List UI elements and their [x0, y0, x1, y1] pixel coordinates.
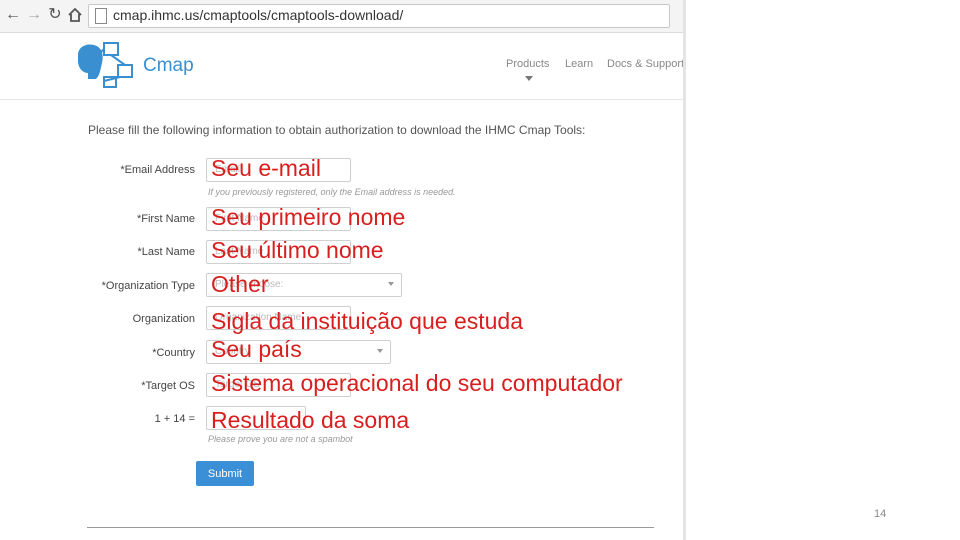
- annotation-captcha: Resultado da soma: [211, 407, 410, 433]
- first-name-label: *First Name: [136, 213, 195, 225]
- annotation-email: Seu e-mail: [211, 155, 321, 181]
- reload-icon[interactable]: ↻: [46, 6, 64, 24]
- address-bar[interactable]: cmap.ihmc.us/cmaptools/cmaptools-downloa…: [88, 4, 670, 28]
- submit-button[interactable]: Submit: [196, 461, 254, 486]
- target-os-label: *Target OS: [141, 380, 195, 392]
- annotation-last-name: Seu último nome: [211, 237, 384, 263]
- nav-learn[interactable]: Learn: [565, 58, 593, 70]
- annotation-organization: Sigla da instituição que estuda: [211, 308, 523, 334]
- chevron-down-icon: [377, 349, 383, 353]
- chevron-down-icon: [388, 282, 394, 286]
- nav-docs-support[interactable]: Docs & Support: [607, 58, 683, 70]
- logo-text[interactable]: Cmap: [143, 55, 194, 77]
- annotation-organization-type: Other: [211, 271, 269, 297]
- form-intro: Please fill the following information to…: [88, 123, 586, 137]
- captcha-label: 1 + 14 =: [154, 413, 195, 425]
- slide-number: 14: [874, 508, 887, 520]
- country-label: *Country: [152, 347, 195, 359]
- site-header: Cmap Products Learn Docs & Support: [0, 33, 683, 100]
- browser-toolbar: ← → ↻ cmap.ihmc.us/cmaptools/cmaptools-d…: [0, 0, 683, 33]
- cmap-logo-icon[interactable]: [74, 41, 134, 91]
- annotation-target-os: Sistema operacional do seu computador: [211, 370, 623, 396]
- arrow-right-icon[interactable]: →: [25, 6, 43, 24]
- organization-label: Organization: [132, 313, 195, 325]
- browser-screenshot: ← → ↻ cmap.ihmc.us/cmaptools/cmaptools-d…: [0, 0, 686, 540]
- organization-type-label: *Organization Type: [101, 280, 195, 292]
- page-icon: [95, 8, 107, 24]
- divider: [87, 527, 654, 528]
- annotation-first-name: Seu primeiro nome: [211, 204, 406, 230]
- annotation-country: Seu país: [211, 336, 302, 362]
- chevron-down-icon: [525, 76, 533, 81]
- last-name-label: *Last Name: [137, 246, 195, 258]
- arrow-left-icon[interactable]: ←: [4, 6, 22, 24]
- captcha-help-text: Please prove you are not a spambot: [208, 434, 353, 444]
- home-icon[interactable]: [66, 6, 84, 24]
- email-help-text: If you previously registered, only the E…: [208, 187, 456, 197]
- url-text: cmap.ihmc.us/cmaptools/cmaptools-downloa…: [113, 7, 404, 23]
- email-label: *Email Address: [120, 164, 195, 176]
- nav-products[interactable]: Products: [506, 58, 549, 70]
